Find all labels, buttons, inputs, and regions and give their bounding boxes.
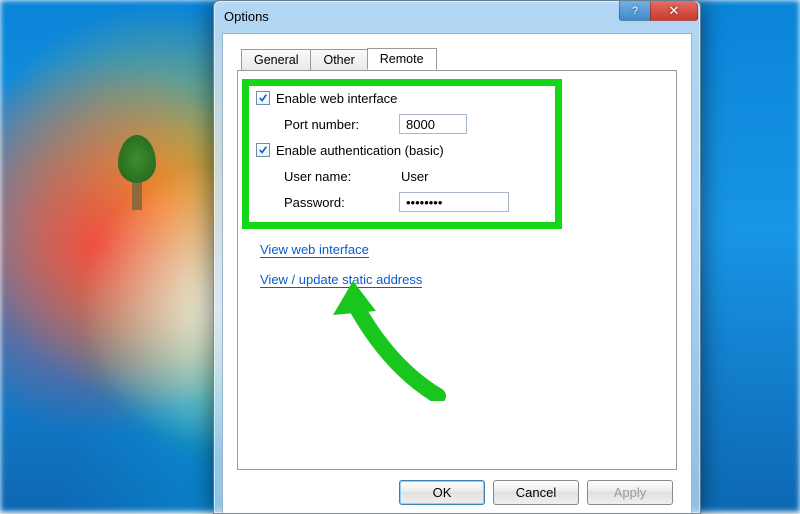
- check-icon: [258, 93, 268, 103]
- view-update-static-address-link[interactable]: View / update static address: [260, 272, 422, 289]
- enable-web-checkbox[interactable]: [256, 91, 270, 105]
- window-title: Options: [224, 9, 620, 24]
- port-label: Port number:: [284, 117, 399, 132]
- cancel-button[interactable]: Cancel: [493, 480, 579, 505]
- tab-general[interactable]: General: [241, 49, 311, 71]
- close-icon: ✕: [669, 3, 680, 19]
- tab-strip: General Other Remote: [241, 46, 677, 70]
- enable-web-label: Enable web interface: [276, 91, 397, 106]
- annotation-arrow-icon: [328, 281, 448, 401]
- view-web-interface-link[interactable]: View web interface: [260, 242, 369, 259]
- dialog-client: General Other Remote Enable web interfac…: [222, 33, 692, 513]
- password-label: Password:: [284, 195, 399, 210]
- check-icon: [258, 145, 268, 155]
- help-icon: ?: [632, 5, 638, 17]
- options-dialog: Options ? ✕ General Other Remote Enable …: [213, 0, 701, 514]
- ok-button[interactable]: OK: [399, 480, 485, 505]
- dialog-button-row: OK Cancel Apply: [399, 480, 673, 505]
- wallpaper-tree: [132, 165, 142, 210]
- apply-button[interactable]: Apply: [587, 480, 673, 505]
- close-button[interactable]: ✕: [650, 1, 698, 21]
- help-button[interactable]: ?: [619, 1, 651, 21]
- tab-other[interactable]: Other: [310, 49, 367, 71]
- password-input[interactable]: [399, 192, 509, 212]
- titlebar[interactable]: Options ? ✕: [214, 1, 700, 31]
- username-label: User name:: [284, 169, 399, 184]
- port-input[interactable]: [399, 114, 467, 134]
- tab-panel-remote: Enable web interface Port number: Enable…: [237, 70, 677, 470]
- username-value: User: [399, 169, 428, 184]
- enable-auth-checkbox[interactable]: [256, 143, 270, 157]
- tab-remote[interactable]: Remote: [367, 48, 437, 70]
- enable-auth-label: Enable authentication (basic): [276, 143, 444, 158]
